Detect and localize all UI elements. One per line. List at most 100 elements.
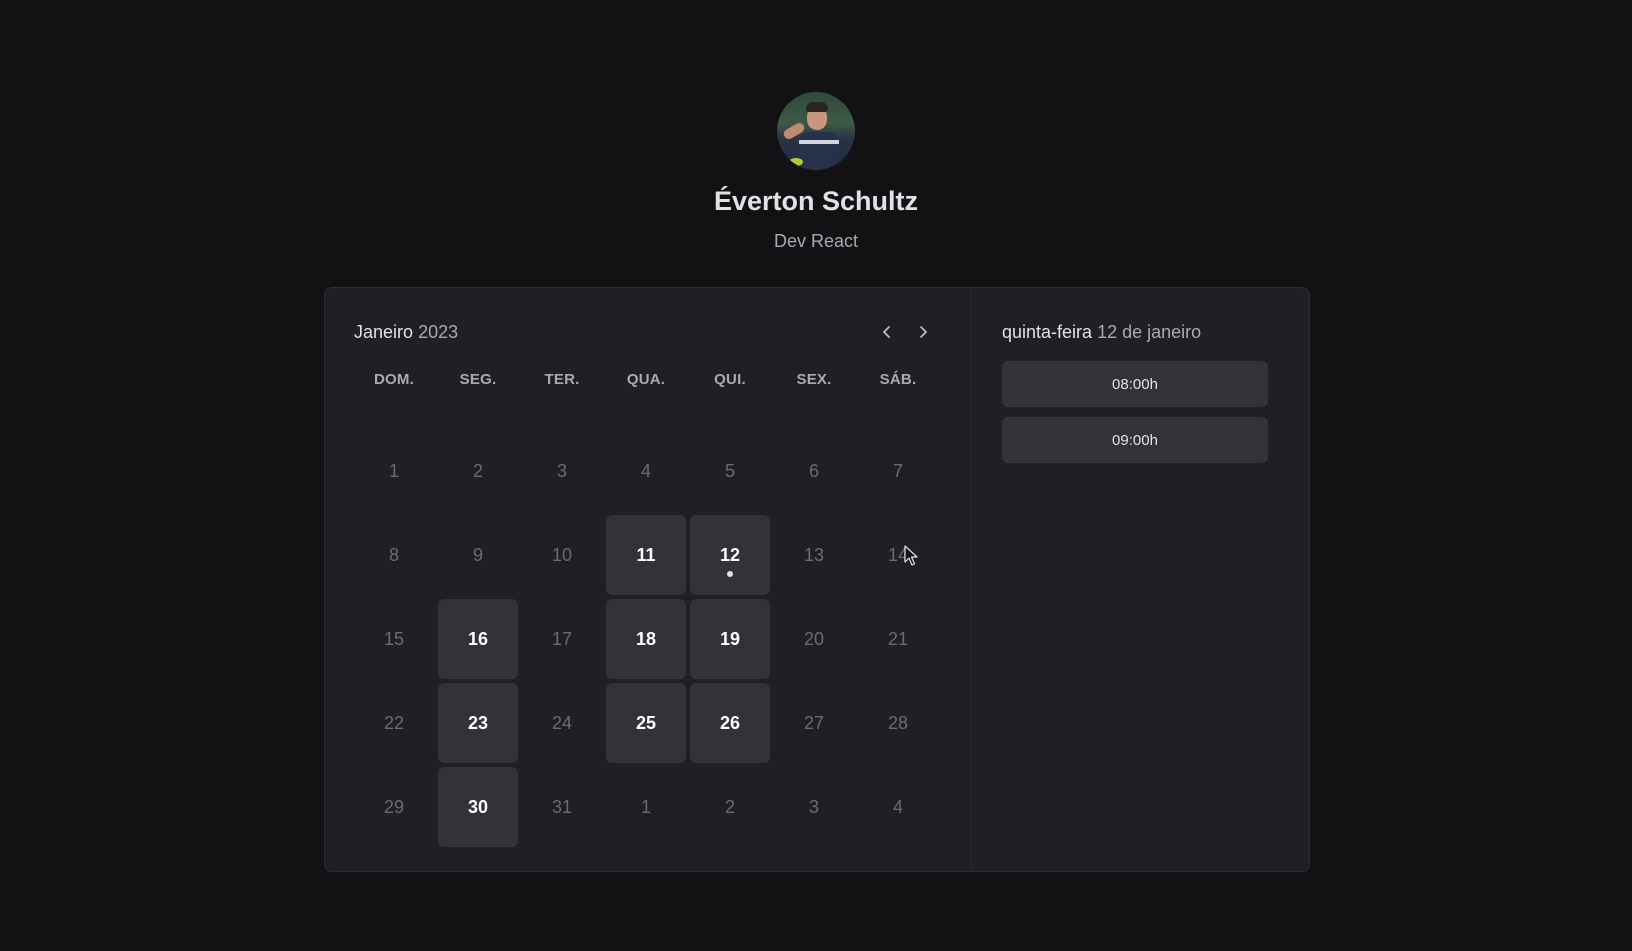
- scheduling-card: Janeiro 2023 DOM. SEG. TER. QUA. QUI. SE…: [324, 287, 1310, 872]
- mouse-cursor-icon: [904, 545, 918, 566]
- next-month-button[interactable]: [912, 321, 934, 343]
- day-number: 15: [383, 628, 405, 649]
- day-number: 5: [724, 460, 735, 481]
- day-number: 11: [636, 544, 656, 565]
- calendar-day-disabled: 24: [522, 683, 602, 763]
- day-number: 17: [551, 628, 573, 649]
- calendar-header: Janeiro 2023: [354, 319, 942, 345]
- day-number: 20: [803, 628, 825, 649]
- calendar-day-disabled: 6: [774, 431, 854, 511]
- calendar-day-disabled: 5: [690, 431, 770, 511]
- day-number: 4: [892, 796, 903, 817]
- day-number: 24: [551, 712, 573, 733]
- month-name: Janeiro: [354, 321, 414, 342]
- weekday-label: QUI.: [714, 370, 746, 388]
- calendar-day-disabled: 21: [858, 599, 938, 679]
- calendar-day-disabled: 17: [522, 599, 602, 679]
- calendar-day-disabled: 1: [354, 431, 434, 511]
- weekday-label: QUA.: [626, 370, 666, 388]
- weekday-header-row: DOM. SEG. TER. QUA. QUI. SEX. SÁB.: [354, 358, 938, 400]
- day-number: 12: [719, 544, 741, 565]
- calendar-day-disabled: 8: [354, 515, 434, 595]
- calendar-day-available[interactable]: 16: [438, 599, 518, 679]
- time-slot-button[interactable]: 08:00h: [1002, 361, 1268, 407]
- weekday-label: DOM.: [374, 370, 414, 388]
- day-number: 6: [808, 460, 819, 481]
- day-number: 13: [803, 544, 825, 565]
- weekday-label: TER.: [544, 370, 580, 388]
- day-number: 25: [635, 712, 657, 733]
- day-number: 18: [635, 628, 657, 649]
- today-indicator-dot: [727, 571, 733, 577]
- year: 2023: [418, 321, 459, 342]
- calendar-day-disabled: 15: [354, 599, 434, 679]
- calendar-day-disabled: 2: [438, 431, 518, 511]
- calendar-panel: Janeiro 2023 DOM. SEG. TER. QUA. QUI. SE…: [325, 288, 972, 871]
- day-number: 2: [472, 460, 483, 481]
- calendar-day-available[interactable]: 12: [690, 515, 770, 595]
- calendar-day-disabled: 4: [858, 767, 938, 847]
- avatar: [777, 92, 855, 170]
- weekday-label: SÁB.: [879, 370, 917, 388]
- day-number: 9: [472, 544, 483, 565]
- day-number: 26: [719, 712, 741, 733]
- profile-name: Éverton Schultz: [713, 186, 919, 216]
- day-number: 27: [803, 712, 825, 733]
- calendar-day-disabled: 3: [522, 431, 602, 511]
- day-number: 31: [551, 796, 573, 817]
- calendar-day-disabled: 10: [522, 515, 602, 595]
- calendar-day-disabled: 1: [606, 767, 686, 847]
- day-number: 3: [556, 460, 567, 481]
- profile-role: Dev React: [773, 231, 859, 251]
- calendar-day-available[interactable]: 11: [606, 515, 686, 595]
- month-title: Janeiro 2023: [354, 322, 458, 343]
- day-number: 30: [467, 796, 489, 817]
- day-number: 22: [383, 712, 405, 733]
- calendar-day-disabled: 7: [858, 431, 938, 511]
- day-number: 23: [467, 712, 489, 733]
- day-number: 1: [388, 460, 399, 481]
- weekday-label: SEG.: [459, 370, 497, 388]
- selected-weekday: quinta-feira: [1002, 321, 1093, 342]
- day-number: 8: [388, 544, 399, 565]
- calendar-day-available[interactable]: 23: [438, 683, 518, 763]
- selected-date: 12 de janeiro: [1097, 321, 1202, 342]
- calendar-day-disabled: 31: [522, 767, 602, 847]
- day-number: 19: [719, 628, 741, 649]
- day-number: 21: [887, 628, 909, 649]
- day-number: 3: [808, 796, 819, 817]
- calendar-day-disabled: 13: [774, 515, 854, 595]
- time-slots-panel: quinta-feira 12 de janeiro 08:00h 09:00h: [972, 288, 1309, 871]
- day-number: 7: [892, 460, 903, 481]
- calendar-day-disabled: 14: [858, 515, 938, 595]
- day-number: 4: [640, 460, 651, 481]
- calendar-day-disabled: 27: [774, 683, 854, 763]
- calendar-day-available[interactable]: 25: [606, 683, 686, 763]
- day-number: 2: [724, 796, 735, 817]
- calendar-day-available[interactable]: 26: [690, 683, 770, 763]
- previous-month-button[interactable]: [876, 321, 898, 343]
- chevron-left-icon: [883, 326, 890, 338]
- calendar-day-disabled: 29: [354, 767, 434, 847]
- calendar-days-grid: 1 2 3 4 5 6 7 8 9 10 11 12 13 14 15 16 17 18 19 20 21 22 23 24 2…: [354, 431, 938, 847]
- time-slot-button[interactable]: 09:00h: [1002, 417, 1268, 463]
- calendar-day-available[interactable]: 30: [438, 767, 518, 847]
- profile-header: Éverton Schultz Dev React: [0, 92, 1632, 252]
- weekday-label: SEX.: [796, 370, 832, 388]
- calendar-day-available[interactable]: 19: [690, 599, 770, 679]
- calendar-day-disabled: 4: [606, 431, 686, 511]
- day-number: 28: [887, 712, 909, 733]
- calendar-day-disabled: 2: [690, 767, 770, 847]
- day-number: 16: [467, 628, 489, 649]
- calendar-day-available[interactable]: 18: [606, 599, 686, 679]
- calendar-day-disabled: 22: [354, 683, 434, 763]
- calendar-day-disabled: 3: [774, 767, 854, 847]
- day-number: 1: [640, 796, 651, 817]
- selected-date-title: quinta-feira 12 de janeiro: [1002, 319, 1309, 345]
- day-number: 10: [551, 544, 573, 565]
- calendar-day-disabled: 28: [858, 683, 938, 763]
- day-number: 29: [383, 796, 405, 817]
- chevron-right-icon: [920, 326, 927, 338]
- calendar-day-disabled: 20: [774, 599, 854, 679]
- calendar-day-disabled: 9: [438, 515, 518, 595]
